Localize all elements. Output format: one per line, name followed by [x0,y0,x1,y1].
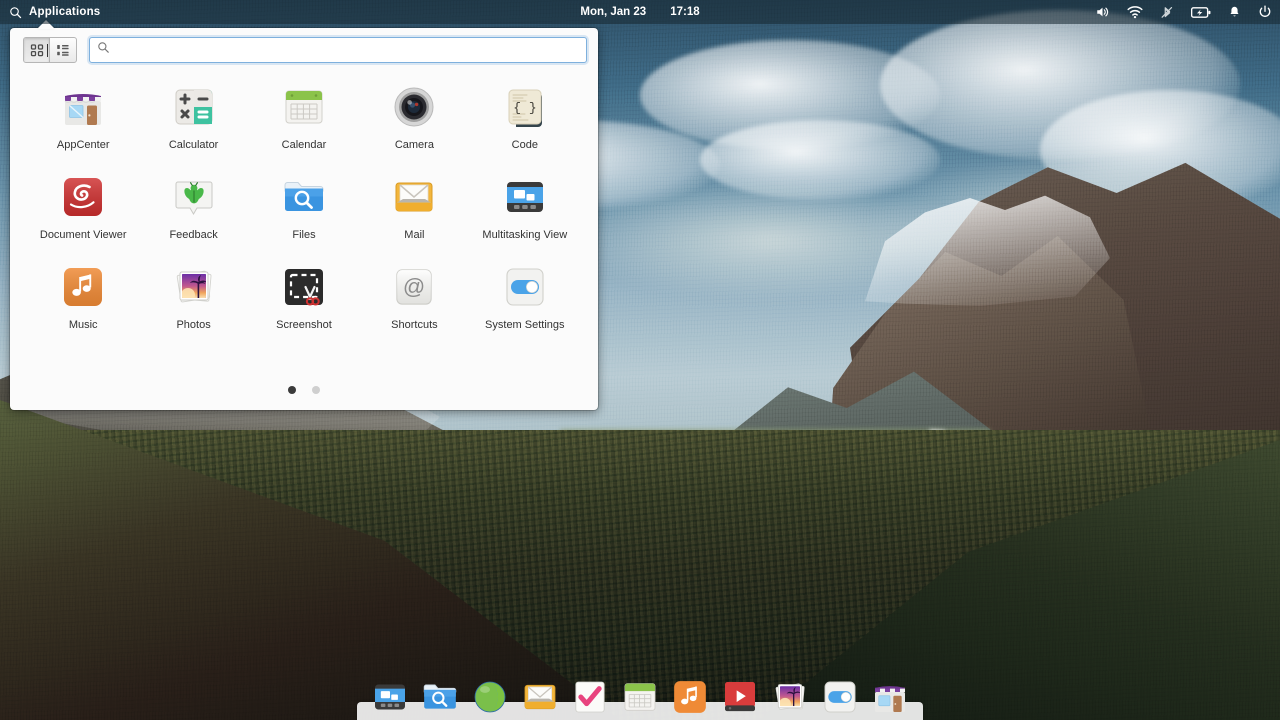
volume-icon[interactable] [1095,5,1110,19]
applications-menu-button[interactable]: Applications [0,6,100,19]
search-icon [9,6,22,19]
dock-item-videos[interactable] [720,677,760,717]
app-item-multitasking-view[interactable]: Multitasking View [470,173,580,241]
app-label: Music [68,319,98,331]
panel-time[interactable]: 17:18 [670,6,699,18]
dock-item-multitasking-view[interactable] [370,677,410,717]
app-item-appcenter[interactable]: AppCenter [28,83,138,151]
app-item-calculator[interactable]: Calculator [138,83,248,151]
app-label: Photos [176,319,211,331]
dock [370,677,910,717]
applications-label: Applications [29,6,101,18]
svg-text:{ }: { } [513,101,536,116]
dock-item-files[interactable] [420,677,460,717]
app-label: Multitasking View [482,229,568,241]
calculator-icon [170,83,218,131]
app-item-calendar[interactable]: Calendar [249,83,359,151]
shortcuts-icon: @ [390,263,438,311]
app-label: AppCenter [56,139,110,151]
view-mode-toggle [23,37,77,63]
dock-item-web-browser[interactable] [470,677,510,717]
photos-icon [170,263,218,311]
panel-indicators [1095,5,1272,20]
search-icon [97,41,110,59]
feedback-icon [170,173,218,221]
page-dot-1[interactable] [288,386,296,394]
calendar-icon [280,83,328,131]
panel-date[interactable]: Mon, Jan 23 [580,6,646,18]
app-label: Calculator [168,139,219,151]
app-label: Calendar [281,139,327,151]
bluetooth-disabled-icon[interactable] [1160,5,1174,20]
app-label: Mail [404,229,425,241]
dock-item-appcenter[interactable] [870,677,910,717]
notification-bell-icon[interactable] [1228,5,1241,19]
launcher-header [10,28,598,63]
app-item-mail[interactable]: Mail [359,173,469,241]
dock-item-system-settings[interactable] [820,677,860,717]
app-item-code[interactable]: { } Code [470,83,580,151]
files-icon [280,173,328,221]
search-field[interactable] [47,37,587,63]
system-settings-icon [501,263,549,311]
app-grid: AppCenter Calculator Calendar Camera {}… [10,63,598,331]
app-item-music[interactable]: Music [28,263,138,331]
app-item-document-viewer[interactable]: Document Viewer [28,173,138,241]
top-panel: Applications Mon, Jan 23 17:18 [0,0,1280,24]
dock-item-calendar[interactable] [620,677,660,717]
dock-item-mail[interactable] [520,677,560,717]
app-item-photos[interactable]: Photos [138,263,248,331]
app-item-system-settings[interactable]: System Settings [470,263,580,331]
text-caret [47,43,48,57]
page-dot-2[interactable] [312,386,320,394]
applications-launcher: AppCenter Calculator Calendar Camera {}… [10,20,598,410]
code-icon: { } [501,83,549,131]
app-label: Screenshot [276,319,332,331]
music-icon [59,263,107,311]
app-item-feedback[interactable]: Feedback [138,173,248,241]
app-item-screenshot[interactable]: Screenshot [249,263,359,331]
appcenter-icon [59,83,107,131]
category-view-button[interactable] [50,38,76,62]
app-label: Files [292,229,316,241]
document-viewer-icon [59,173,107,221]
dock-item-photos[interactable] [770,677,810,717]
panel-clock: Mon, Jan 23 17:18 [0,6,1280,18]
app-item-shortcuts[interactable]: @ Shortcuts [359,263,469,331]
multitasking-view-icon [501,173,549,221]
page-indicator [10,386,598,394]
screenshot-icon [280,263,328,311]
dock-item-music[interactable] [670,677,710,717]
dock-item-tasks[interactable] [570,677,610,717]
svg-text:@: @ [403,274,425,299]
mail-icon [390,173,438,221]
wifi-icon[interactable] [1127,5,1143,19]
app-label: Camera [394,139,434,151]
app-label: System Settings [485,319,565,331]
app-label: Code [511,139,538,151]
app-label: Shortcuts [391,319,438,331]
battery-charging-icon[interactable] [1191,6,1211,19]
power-icon[interactable] [1258,5,1272,19]
app-item-camera[interactable]: Camera [359,83,469,151]
app-item-files[interactable]: Files [249,173,359,241]
app-label: Feedback [169,229,218,241]
camera-icon [390,83,438,131]
app-label: Document Viewer [39,229,127,241]
